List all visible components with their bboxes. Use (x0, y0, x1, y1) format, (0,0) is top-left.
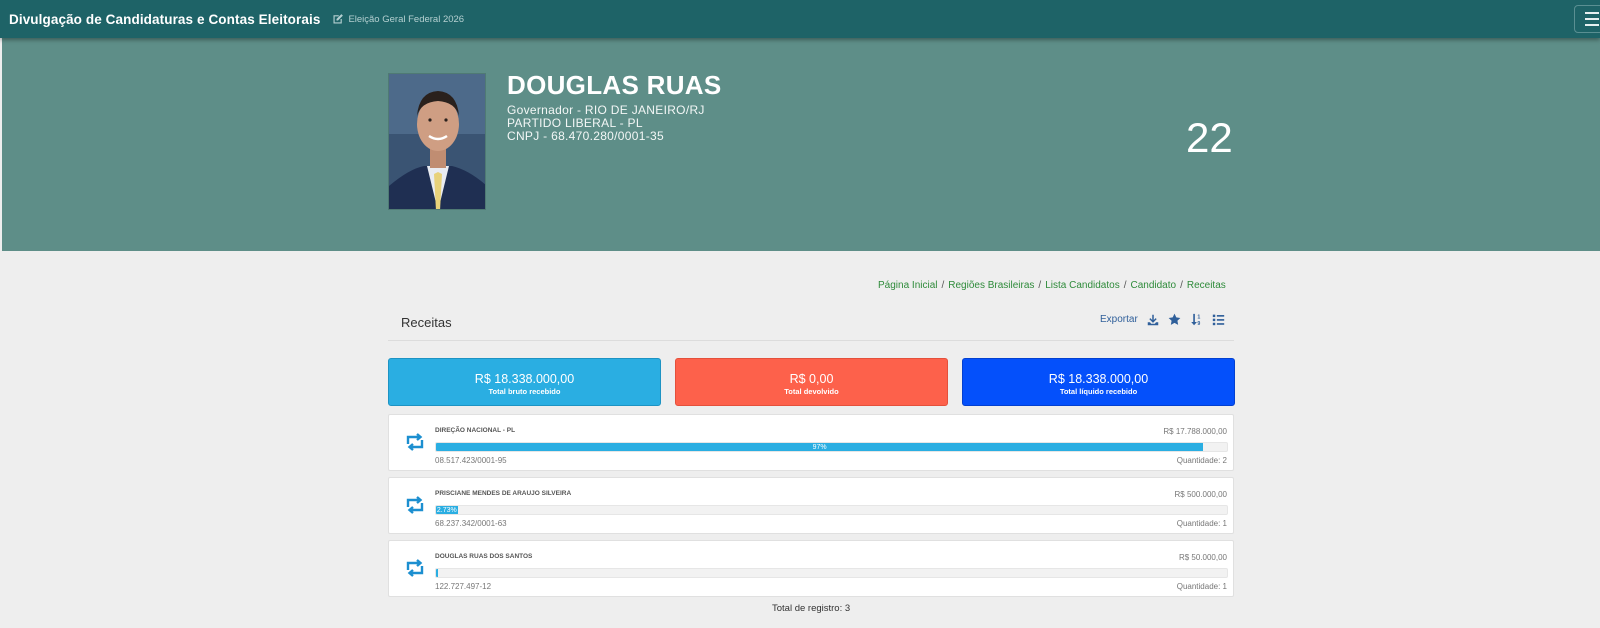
receipt-row[interactable]: DIREÇÃO NACIONAL - PL R$ 17.788.000,00 9… (388, 414, 1234, 471)
breadcrumb-separator: / (941, 280, 945, 291)
donor-name: PRISCIANE MENDES DE ARAUJO SILVEIRA (435, 490, 572, 497)
donor-name: DOUGLAS RUAS DOS SANTOS (435, 553, 533, 560)
section-divider (388, 340, 1234, 341)
svg-text:9: 9 (1197, 321, 1200, 326)
breadcrumb-separator: / (1123, 280, 1127, 291)
transfer-icon (405, 433, 425, 456)
summary-label: Total bruto recebido (488, 387, 561, 396)
brand-title[interactable]: Divulgação de Candidaturas e Contas Elei… (9, 12, 320, 27)
breadcrumb-regions[interactable]: Regiões Brasileiras (948, 280, 1034, 291)
hamburger-icon-bar (1585, 12, 1599, 14)
candidate-name: DOUGLAS RUAS (507, 70, 722, 100)
breadcrumb-candidate[interactable]: Candidato (1130, 280, 1176, 291)
donor-quantity: Quantidade: 2 (1176, 456, 1227, 465)
breadcrumb-home[interactable]: Página Inicial (878, 280, 937, 291)
election-selector[interactable]: Eleição Geral Federal 2026 (332, 13, 464, 25)
share-progress-bar (436, 569, 439, 577)
breadcrumb-separator: / (1038, 280, 1042, 291)
donor-quantity: Quantidade: 1 (1176, 582, 1227, 591)
star-icon[interactable] (1168, 313, 1181, 326)
candidate-cnpj: CNPJ - 68.470.280/0001-35 (507, 129, 664, 143)
list-icon[interactable] (1212, 313, 1225, 326)
donor-quantity: Quantidade: 1 (1176, 519, 1227, 528)
summary-card-gross: R$ 18.338.000,00 Total bruto recebido (388, 358, 661, 406)
svg-text:1: 1 (1197, 315, 1200, 321)
breadcrumb-candidates[interactable]: Lista Candidatos (1045, 280, 1120, 291)
page-title: Receitas (401, 315, 452, 330)
summary-label: Total devolvido (784, 387, 839, 396)
export-button[interactable]: Exportar (1100, 314, 1138, 325)
receipt-row[interactable]: PRISCIANE MENDES DE ARAUJO SILVEIRA R$ 5… (388, 477, 1234, 534)
share-progress-track (435, 568, 1228, 578)
summary-card-returned: R$ 0,00 Total devolvido (675, 358, 948, 406)
hamburger-icon-bar (1585, 24, 1599, 26)
edit-icon (333, 14, 344, 24)
share-progress-bar: 97% (436, 443, 1204, 451)
summary-value: R$ 18.338.000,00 (474, 372, 575, 386)
transfer-icon (405, 559, 425, 582)
breadcrumb-separator: / (1180, 280, 1183, 291)
download-icon[interactable] (1147, 314, 1159, 326)
export-toolbar: Exportar 19 (1100, 313, 1225, 326)
menu-button[interactable] (1574, 5, 1600, 33)
sort-icon[interactable]: 19 (1190, 313, 1203, 326)
receipt-row[interactable]: DOUGLAS RUAS DOS SANTOS R$ 50.000,00 122… (388, 540, 1234, 597)
candidate-hero (2, 38, 1600, 251)
summary-card-net: R$ 18.338.000,00 Total líquido recebido (962, 358, 1235, 406)
candidate-party: PARTIDO LIBERAL - PL (507, 116, 643, 130)
donor-document: 68.237.342/0001-63 (435, 519, 507, 528)
hamburger-icon-bar (1585, 18, 1599, 20)
donor-amount: R$ 500.000,00 (1174, 490, 1228, 499)
summary-value: R$ 0,00 (789, 372, 834, 386)
candidate-number: 22 (1186, 114, 1233, 161)
top-navbar: Divulgação de Candidaturas e Contas Elei… (0, 0, 1600, 38)
breadcrumb: Página Inicial / Regiões Brasileiras / Lista… (878, 280, 1226, 291)
candidate-photo (388, 73, 486, 210)
share-progress-bar: 2.73% (436, 506, 458, 514)
election-label: Eleição Geral Federal 2026 (348, 13, 465, 25)
transfer-icon (405, 496, 425, 519)
donor-document: 08.517.423/0001-95 (435, 456, 507, 465)
donor-document: 122.727.497-12 (435, 582, 492, 591)
total-records: Total de registro: 3 (772, 603, 851, 614)
summary-label: Total líquido recebido (1059, 387, 1138, 396)
candidate-office: Governador - RIO DE JANEIRO/RJ (507, 103, 705, 117)
breadcrumb-current: Receitas (1186, 280, 1226, 291)
donor-name: DIREÇÃO NACIONAL - PL (435, 427, 516, 434)
share-progress-track: 2.73% (435, 505, 1228, 515)
share-progress-track: 97% (435, 442, 1228, 452)
donor-amount: R$ 50.000,00 (1178, 553, 1227, 562)
summary-value: R$ 18.338.000,00 (1048, 372, 1149, 386)
donor-amount: R$ 17.788.000,00 (1163, 427, 1227, 436)
